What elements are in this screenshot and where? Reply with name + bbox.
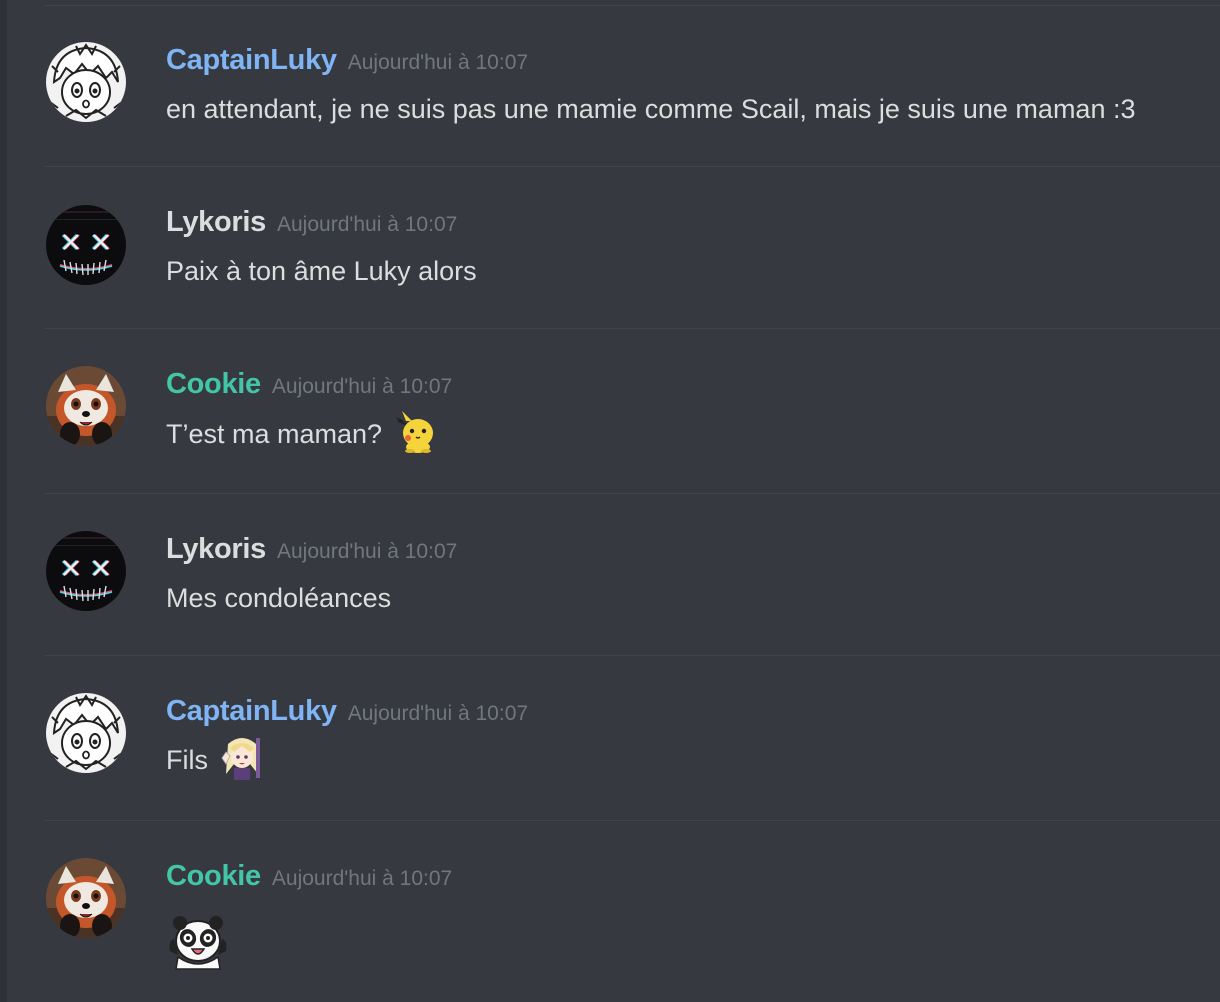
neon-mask-avatar[interactable] [46,531,126,611]
username[interactable]: Lykoris [166,206,266,239]
red-panda-avatar[interactable] [46,858,126,938]
message-divider [45,5,1220,6]
message-content: en attendant, je ne suis pas une mamie c… [166,92,1135,126]
message-text: Fils [166,744,208,775]
left-sidebar-edge [0,0,7,1002]
message-divider [45,328,1220,329]
message-text: en attendant, je ne suis pas une mamie c… [166,93,1136,124]
message-text: T’est ma maman? [166,418,383,449]
message-content: Mes condoléances [166,581,391,615]
timestamp: Aujourd'hui à 10:07 [347,51,529,74]
message-divider [45,655,1220,656]
timestamp: Aujourd'hui à 10:07 [276,540,458,563]
username[interactable]: Cookie [166,368,261,401]
message-content [166,914,232,974]
message-content: Paix à ton âme Luky alors [166,254,477,288]
timestamp: Aujourd'hui à 10:07 [271,375,453,398]
timestamp: Aujourd'hui à 10:07 [276,213,458,236]
username[interactable]: CaptainLuky [166,44,337,77]
username[interactable]: CaptainLuky [166,695,337,728]
message-content: Fils [166,736,264,784]
message-text: Mes condoléances [166,582,392,613]
anime-girl-wave-emoji[interactable] [220,734,264,787]
username[interactable]: Lykoris [166,533,266,566]
username[interactable]: Cookie [166,860,261,893]
message-divider [45,493,1220,494]
timestamp: Aujourd'hui à 10:07 [271,867,453,890]
manga-boy-avatar[interactable] [46,42,126,122]
neon-mask-avatar[interactable] [46,205,126,285]
panda-hands-up-emoji[interactable] [166,911,232,978]
message-divider [45,820,1220,821]
timestamp: Aujourd'hui à 10:07 [347,702,529,725]
message-divider [45,166,1220,167]
message-text: Paix à ton âme Luky alors [166,255,477,286]
red-panda-avatar[interactable] [46,366,126,446]
pikachu-emoji[interactable] [394,409,438,460]
message-content: T’est ma maman? [166,410,438,458]
manga-boy-avatar[interactable] [46,693,126,773]
